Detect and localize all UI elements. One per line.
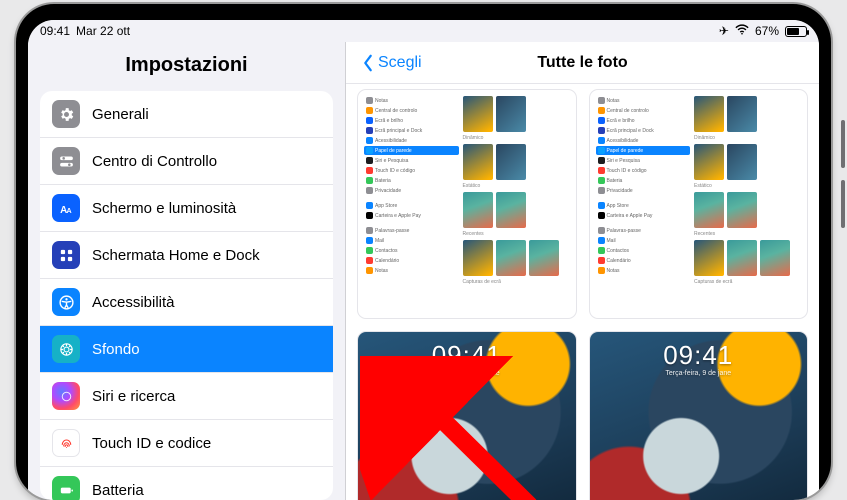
back-button[interactable]: Scegli <box>362 54 422 72</box>
photo-thumbnail[interactable]: NotasCentral de controloEcrã e brilhoEcr… <box>358 90 576 318</box>
status-bar: 09:41 Mar 22 ott ✈︎ 67% <box>28 20 819 42</box>
detail-header: Scegli Tutte le foto <box>346 42 819 84</box>
sidebar-item-control-center[interactable]: Centro di Controllo <box>40 138 333 185</box>
sidebar-item-home-dock[interactable]: Schermata Home e Dock <box>40 232 333 279</box>
airplane-mode-icon: ✈︎ <box>719 24 729 38</box>
sidebar-item-label: Schermo e luminosità <box>92 200 236 217</box>
battery-percent: 67% <box>755 24 779 38</box>
sidebar-item-touchid[interactable]: Touch ID e codice <box>40 420 333 467</box>
status-date: Mar 22 ott <box>76 24 130 38</box>
sidebar-item-accessibility[interactable]: Accessibilità <box>40 279 333 326</box>
sidebar-item-label: Centro di Controllo <box>92 153 217 170</box>
svg-text:A: A <box>66 206 71 214</box>
detail-pane: Scegli Tutte le foto NotasCentral de con… <box>346 42 819 500</box>
battery-icon <box>785 26 807 37</box>
fingerprint-icon <box>52 429 80 457</box>
wifi-icon <box>735 24 749 38</box>
camera-notch <box>383 6 465 16</box>
settings-sidebar: Impostazioni Generali Cent <box>28 42 346 500</box>
settings-list: Generali Centro di Controllo AA <box>40 91 333 500</box>
mini-settings-preview: NotasCentral de controloEcrã e brilhoEcr… <box>364 96 570 312</box>
wallpaper-icon <box>52 335 80 363</box>
sidebar-item-label: Accessibilità <box>92 294 175 311</box>
detail-title: Tutte le foto <box>537 54 627 72</box>
sidebar-item-label: Siri e ricerca <box>92 388 175 405</box>
sidebar-item-battery[interactable]: Batteria <box>40 467 333 500</box>
sidebar-item-label: Generali <box>92 106 149 123</box>
sidebar-item-label: Touch ID e codice <box>92 435 211 452</box>
photo-thumbnail[interactable]: NotasCentral de controloEcrã e brilhoEcr… <box>590 90 808 318</box>
side-button <box>841 180 845 228</box>
side-button <box>841 120 845 168</box>
sidebar-item-siri[interactable]: Siri e ricerca <box>40 373 333 420</box>
ipad-bezel: 09:41 Mar 22 ott ✈︎ 67% Impostazioni <box>16 4 831 500</box>
screen: 09:41 Mar 22 ott ✈︎ 67% Impostazioni <box>28 20 819 500</box>
sidebar-item-general[interactable]: Generali <box>40 91 333 138</box>
sidebar-item-display[interactable]: AA Schermo e luminosità <box>40 185 333 232</box>
siri-icon <box>52 382 80 410</box>
app-grid-icon <box>52 241 80 269</box>
status-time: 09:41 <box>40 24 70 38</box>
toggles-icon <box>52 147 80 175</box>
sidebar-item-label: Batteria <box>92 482 144 499</box>
text-size-icon: AA <box>52 194 80 222</box>
gear-icon <box>52 100 80 128</box>
sidebar-item-label: Schermata Home e Dock <box>92 247 260 264</box>
sidebar-title: Impostazioni <box>28 42 345 91</box>
photo-grid: NotasCentral de controloEcrã e brilhoEcr… <box>346 84 819 500</box>
lockscreen-clock: 09:41 Terça-feira, 9 de jane <box>590 342 808 377</box>
accessibility-icon <box>52 288 80 316</box>
battery-icon-green <box>52 476 80 500</box>
chevron-left-icon <box>362 54 374 72</box>
sidebar-item-label: Sfondo <box>92 341 140 358</box>
photo-thumbnail[interactable]: 09:41 Terça-feira, 9 de jane <box>590 332 808 500</box>
back-label: Scegli <box>378 54 422 72</box>
sidebar-item-wallpaper[interactable]: Sfondo <box>40 326 333 373</box>
mini-settings-preview: NotasCentral de controloEcrã e brilhoEcr… <box>596 96 802 312</box>
lockscreen-clock: 09:41 Terça-feira, 9 de jane <box>358 342 576 377</box>
device-frame: 09:41 Mar 22 ott ✈︎ 67% Impostazioni <box>0 0 847 500</box>
photo-thumbnail[interactable]: 09:41 Terça-feira, 9 de jane <box>358 332 576 500</box>
